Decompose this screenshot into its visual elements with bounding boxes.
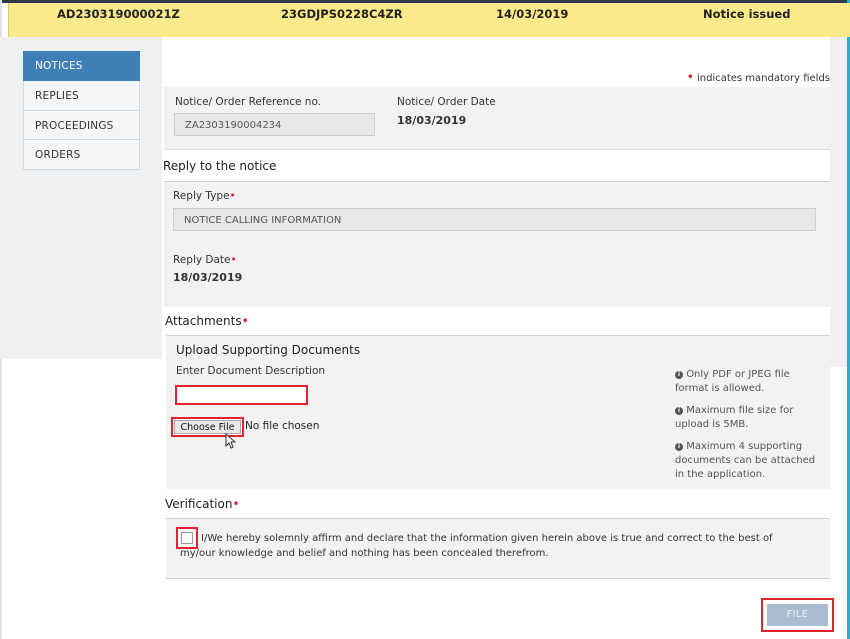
checkbox-box (181, 532, 193, 544)
reply-date-label: Reply Date• (173, 254, 237, 266)
reference-id: AD230319000021Z (57, 7, 180, 21)
attachments-title-text: Attachments (165, 314, 242, 328)
file-button-highlight: FILE (761, 598, 834, 632)
status-text: Notice issued (703, 7, 791, 21)
reply-date-value: 18/03/2019 (173, 271, 243, 284)
info-file-size-text: Maximum file size for upload is 5MB. (675, 405, 794, 430)
reply-type-field: NOTICE CALLING INFORMATION (173, 208, 816, 231)
info-file-format: i Only PDF or JPEG file format is allowe… (675, 368, 825, 396)
required-dot: • (232, 497, 240, 511)
required-dot: • (686, 70, 694, 84)
notice-ref-field: ZA2303190004234 (174, 113, 375, 136)
info-icon: i (675, 371, 683, 379)
mouse-cursor-icon (225, 432, 237, 453)
choose-file-label: Choose File (174, 420, 241, 434)
sidebar-item-notices[interactable]: NOTICES (23, 51, 140, 81)
notice-date-label: Notice/ Order Date (397, 96, 496, 108)
gstin: 23GDJPS0228C4ZR (281, 7, 403, 21)
declaration-text: I/We hereby solemnly affirm and declare … (180, 533, 773, 559)
reply-type-label-text: Reply Type (173, 190, 230, 202)
no-file-text: No file chosen (245, 420, 320, 432)
reply-section-title: Reply to the notice (163, 159, 277, 173)
required-dot: • (230, 254, 237, 266)
reply-date-label-text: Reply Date (173, 254, 231, 266)
sidebar-nav: NOTICES REPLIES PROCEEDINGS ORDERS (23, 51, 140, 170)
upload-title: Upload Supporting Documents (176, 343, 361, 357)
required-dot: • (241, 314, 249, 328)
notice-details-panel: Notice/ Order Reference no. ZA2303190004… (164, 87, 830, 150)
case-header-row: AD230319000021Z 23GDJPS0228C4ZR 14/03/20… (8, 3, 850, 37)
info-file-size: i Maximum file size for upload is 5MB. (675, 404, 825, 432)
reply-panel: Reply Type• NOTICE CALLING INFORMATION R… (164, 182, 830, 307)
notice-date-value: 18/03/2019 (397, 114, 467, 127)
sidebar-item-replies[interactable]: REPLIES (23, 81, 140, 111)
info-max-docs-text: Maximum 4 supporting documents can be at… (675, 441, 816, 480)
doc-description-input[interactable] (175, 385, 308, 405)
reply-type-label: Reply Type• (173, 190, 236, 202)
info-max-docs: i Maximum 4 supporting documents can be … (675, 440, 825, 482)
verification-title-text: Verification (165, 497, 233, 511)
doc-desc-label: Enter Document Description (176, 365, 326, 377)
declaration-checkbox[interactable] (176, 527, 198, 549)
verification-section-title: Verification• (165, 497, 240, 511)
notice-ref-label: Notice/ Order Reference no. (175, 96, 322, 108)
required-dot: • (229, 190, 236, 202)
mandatory-note: • indicates mandatory fields (687, 70, 830, 84)
header-date: 14/03/2019 (496, 7, 569, 21)
sidebar-item-orders[interactable]: ORDERS (23, 140, 140, 170)
file-button[interactable]: FILE (767, 604, 828, 626)
info-icon: i (675, 407, 683, 415)
info-file-format-text: Only PDF or JPEG file format is allowed. (675, 369, 790, 394)
attachments-section-title: Attachments• (165, 314, 249, 328)
sidebar-item-proceedings[interactable]: PROCEEDINGS (23, 110, 140, 140)
mandatory-note-text: indicates mandatory fields (696, 73, 830, 84)
right-background (830, 37, 847, 367)
info-icon: i (675, 443, 683, 451)
